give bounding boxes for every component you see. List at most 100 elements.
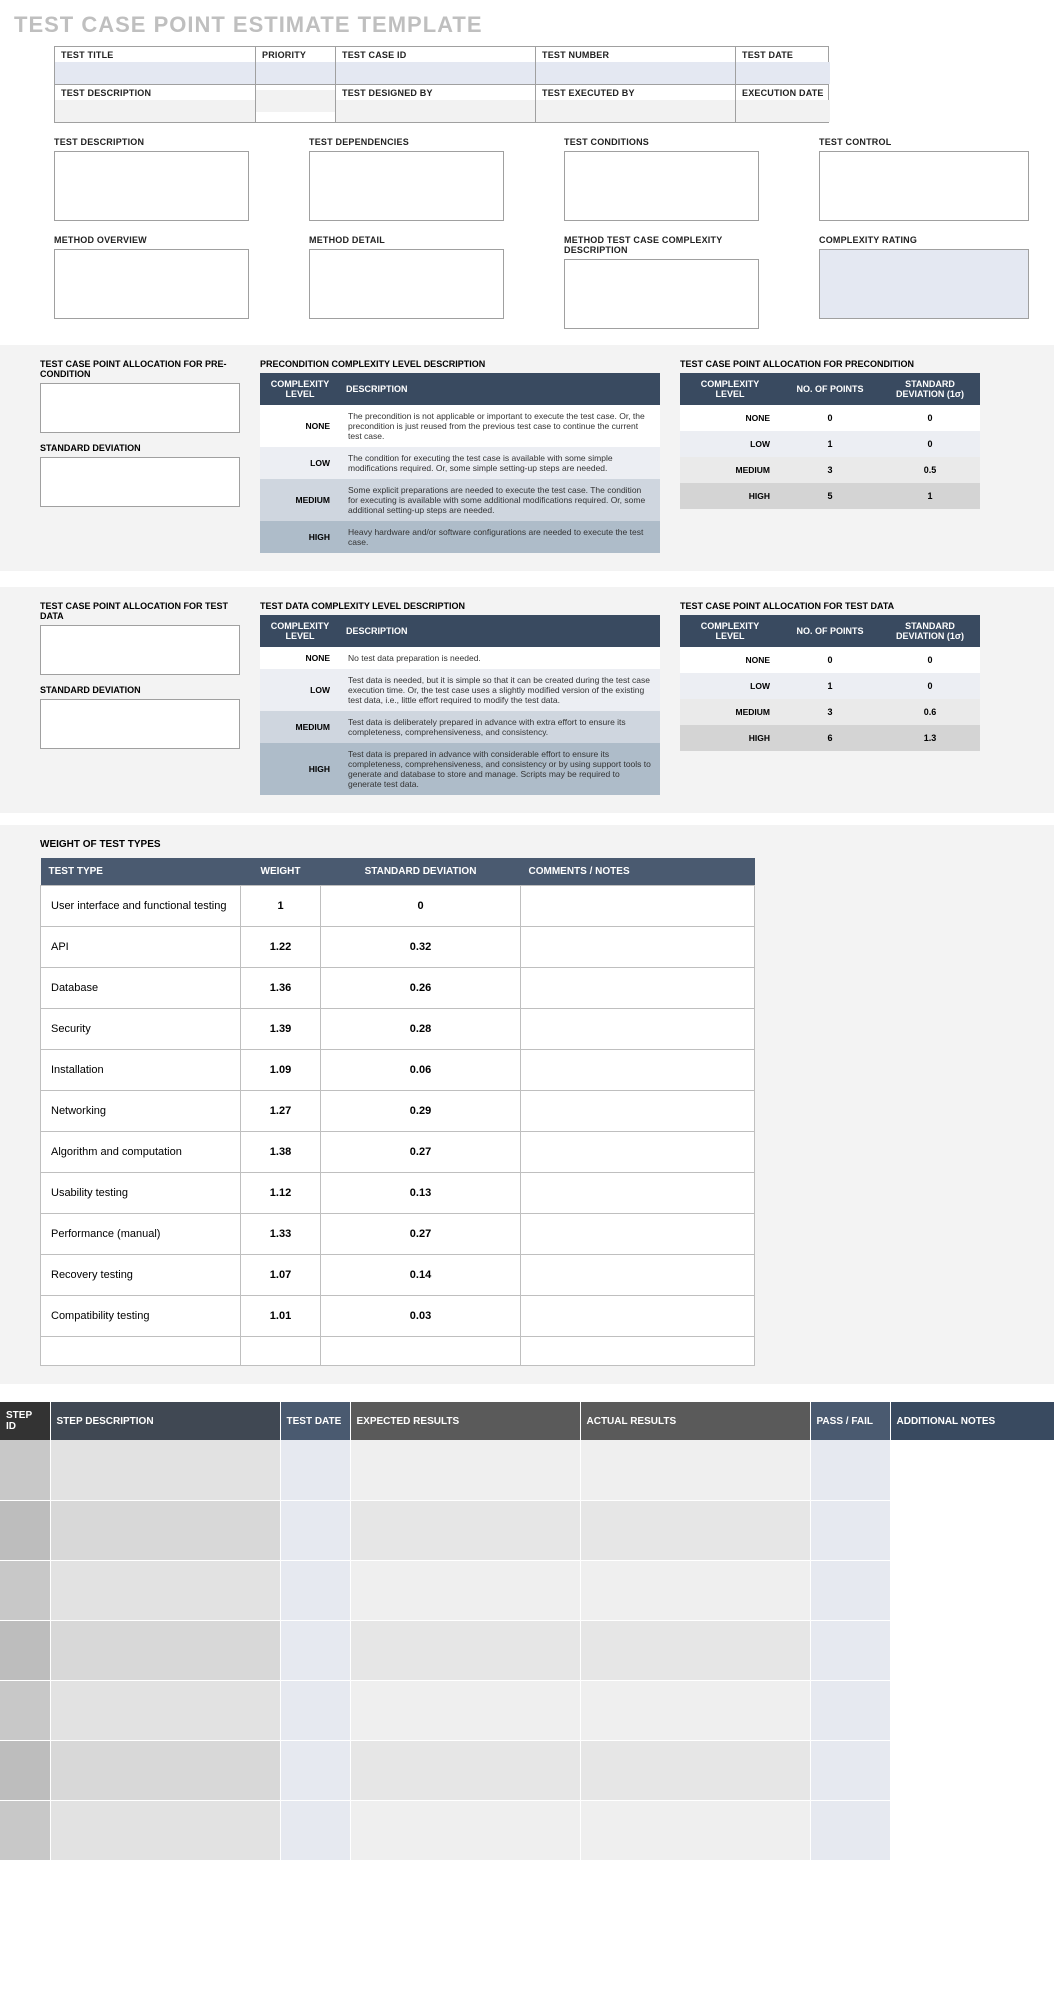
notes-cell[interactable] [890,1440,1054,1500]
ta-label: TEST DEPENDENCIES [309,137,504,147]
comments-cell[interactable] [521,1337,755,1366]
test-date-cell[interactable] [280,1740,350,1800]
expected-cell[interactable] [350,1440,580,1500]
comments-cell[interactable] [521,1132,755,1173]
actual-cell[interactable] [580,1500,810,1560]
comments-cell[interactable] [521,927,755,968]
test-date-cell[interactable] [280,1500,350,1560]
precond-alloc-input[interactable] [40,383,240,433]
step-desc-cell[interactable] [50,1800,280,1860]
field-test-description[interactable] [55,100,255,122]
field-execution-date[interactable] [736,100,830,122]
passfail-cell[interactable] [810,1680,890,1740]
test-date-cell[interactable] [280,1800,350,1860]
step-id-cell[interactable] [0,1740,50,1800]
actual-cell[interactable] [580,1440,810,1500]
notes-cell[interactable] [890,1680,1054,1740]
notes-cell[interactable] [890,1560,1054,1620]
precond-sd-input[interactable] [40,457,240,507]
passfail-cell[interactable] [810,1800,890,1860]
comments-cell[interactable] [521,1009,755,1050]
ta-input[interactable] [54,249,249,319]
weight-cell: 1.12 [241,1173,321,1214]
field-blank[interactable] [256,90,335,112]
notes-cell[interactable] [890,1740,1054,1800]
weight-cell: 1.39 [241,1009,321,1050]
sd-cell: 0 [321,886,521,927]
field-executed-by[interactable] [536,100,735,122]
step-desc-cell[interactable] [50,1440,280,1500]
comments-cell[interactable] [521,886,755,927]
col-expected: EXPECTED RESULTS [350,1402,580,1440]
step-desc-cell[interactable] [50,1620,280,1680]
comments-cell[interactable] [521,1091,755,1132]
label-executed-by: TEST EXECUTED BY [536,85,735,100]
field-priority[interactable] [256,62,335,84]
comments-cell[interactable] [521,968,755,1009]
step-desc-cell[interactable] [50,1560,280,1620]
test-date-cell[interactable] [280,1560,350,1620]
test-date-cell[interactable] [280,1620,350,1680]
passfail-cell[interactable] [810,1560,890,1620]
col-actual: ACTUAL RESULTS [580,1402,810,1440]
step-desc-cell[interactable] [50,1500,280,1560]
expected-cell[interactable] [350,1800,580,1860]
field-test-case-id[interactable] [336,62,535,84]
ta-input[interactable] [564,259,759,329]
step-id-cell[interactable] [0,1500,50,1560]
test-date-cell[interactable] [280,1680,350,1740]
passfail-cell[interactable] [810,1440,890,1500]
field-test-title[interactable] [55,62,255,84]
expected-cell[interactable] [350,1680,580,1740]
step-desc-cell[interactable] [50,1740,280,1800]
test-date-cell[interactable] [280,1440,350,1500]
points-cell: 3 [780,699,880,725]
notes-cell[interactable] [890,1800,1054,1860]
ta-input[interactable] [54,151,249,221]
field-designed-by[interactable] [336,100,535,122]
expected-cell[interactable] [350,1740,580,1800]
expected-cell[interactable] [350,1560,580,1620]
actual-cell[interactable] [580,1680,810,1740]
field-test-number[interactable] [536,62,735,84]
comments-cell[interactable] [521,1050,755,1091]
actual-cell[interactable] [580,1740,810,1800]
step-id-cell[interactable] [0,1560,50,1620]
ta-input[interactable] [564,151,759,221]
col-test-date: TEST DATE [280,1402,350,1440]
actual-cell[interactable] [580,1800,810,1860]
ta-input[interactable] [819,151,1029,221]
passfail-cell[interactable] [810,1740,890,1800]
actual-cell[interactable] [580,1560,810,1620]
ta-input[interactable] [309,249,504,319]
step-id-cell[interactable] [0,1800,50,1860]
expected-cell[interactable] [350,1620,580,1680]
comments-cell[interactable] [521,1214,755,1255]
weights-title: WEIGHT OF TEST TYPES [40,839,1014,850]
sd-cell: 0.28 [321,1009,521,1050]
field-test-date[interactable] [736,62,830,84]
comments-cell[interactable] [521,1296,755,1337]
actual-cell[interactable] [580,1620,810,1680]
step-id-cell[interactable] [0,1620,50,1680]
step-id-cell[interactable] [0,1680,50,1740]
desc-cell: No test data preparation is needed. [340,647,660,669]
points-cell: 5 [780,483,880,509]
expected-cell[interactable] [350,1500,580,1560]
step-desc-cell[interactable] [50,1680,280,1740]
ta-input[interactable] [309,151,504,221]
notes-cell[interactable] [890,1500,1054,1560]
col-sd: STANDARD DEVIATION (1σ) [880,373,980,405]
testdata-sd-input[interactable] [40,699,240,749]
comments-cell[interactable] [521,1255,755,1296]
ta-input[interactable] [819,249,1029,319]
notes-cell[interactable] [890,1620,1054,1680]
points-cell: 3 [780,457,880,483]
sd-cell: 0.27 [321,1214,521,1255]
step-id-cell[interactable] [0,1440,50,1500]
testdata-alloc-input[interactable] [40,625,240,675]
passfail-cell[interactable] [810,1500,890,1560]
comments-cell[interactable] [521,1173,755,1214]
passfail-cell[interactable] [810,1620,890,1680]
desc-cell: Test data is deliberately prepared in ad… [340,711,660,743]
